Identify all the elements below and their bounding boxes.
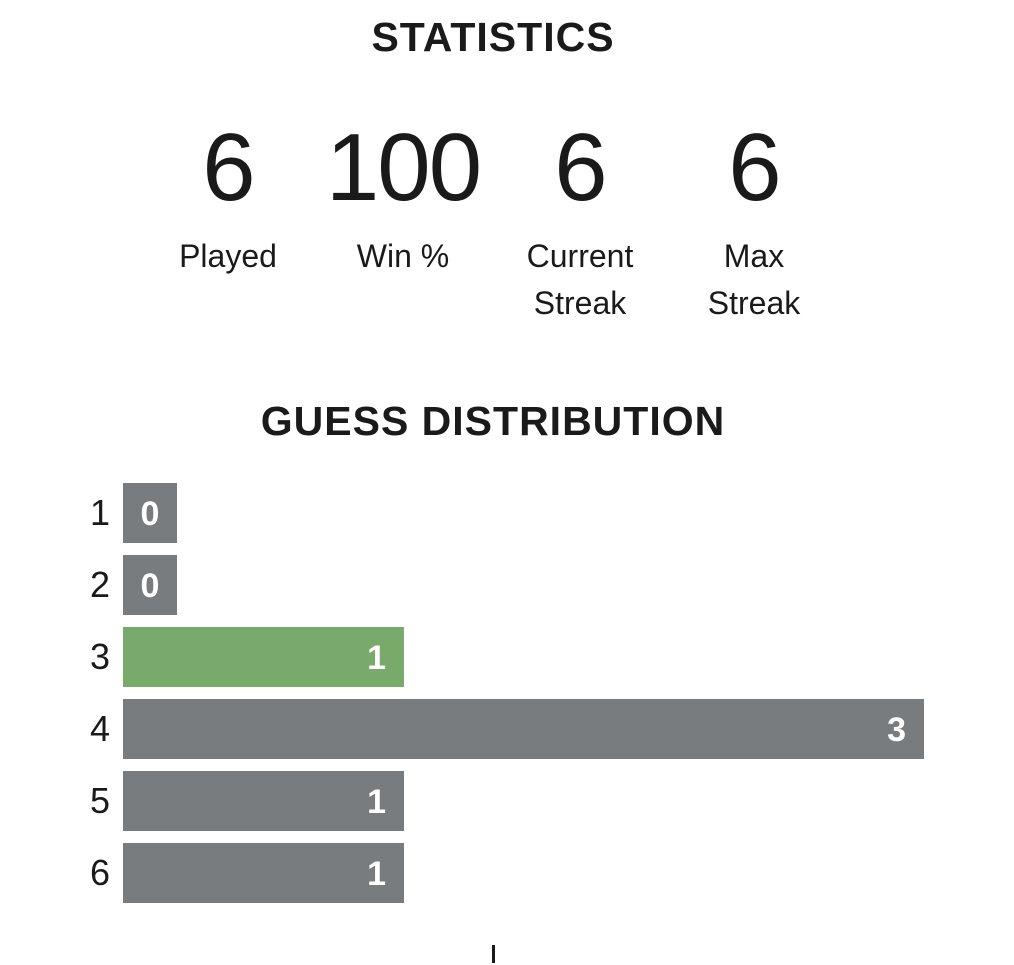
stat-played: 6 Played xyxy=(128,118,328,280)
distribution-bar: 0 xyxy=(123,483,177,543)
guess-distribution-title: GUESS DISTRIBUTION xyxy=(260,398,726,444)
stat-win-percent: 100 Win % xyxy=(303,118,503,280)
guess-number: 2 xyxy=(89,564,110,605)
distribution-bar: 1 xyxy=(123,843,404,903)
guess-number: 6 xyxy=(89,852,110,893)
distribution-bar: 1 xyxy=(123,627,404,687)
distribution-row: 10 xyxy=(80,483,980,543)
distribution-row: 61 xyxy=(80,843,980,903)
stat-value: 6 xyxy=(728,114,781,221)
statistics-title: STATISTICS xyxy=(371,14,615,60)
stat-max-streak: 6 Max Streak xyxy=(654,118,854,327)
stat-value: 6 xyxy=(554,114,607,221)
distribution-row: 43 xyxy=(80,699,980,759)
stat-value: 100 xyxy=(325,114,482,221)
distribution-bar: 3 xyxy=(123,699,924,759)
stat-value: 6 xyxy=(202,114,255,221)
distribution-row: 31 xyxy=(80,627,980,687)
guess-number: 5 xyxy=(89,780,110,821)
distribution-row: 51 xyxy=(80,771,980,831)
text-cursor xyxy=(492,945,495,963)
stat-label: Max Streak xyxy=(707,238,801,321)
distribution-row: 20 xyxy=(80,555,980,615)
stat-label: Current Streak xyxy=(526,238,634,321)
guess-number: 3 xyxy=(89,636,110,677)
stat-current-streak: 6 Current Streak xyxy=(480,118,680,327)
distribution-bar: 1 xyxy=(123,771,404,831)
distribution-bar: 0 xyxy=(123,555,177,615)
stat-label: Played xyxy=(179,238,277,274)
guess-number: 4 xyxy=(89,708,110,749)
stat-label: Win % xyxy=(356,238,450,274)
guess-number: 1 xyxy=(89,492,110,533)
